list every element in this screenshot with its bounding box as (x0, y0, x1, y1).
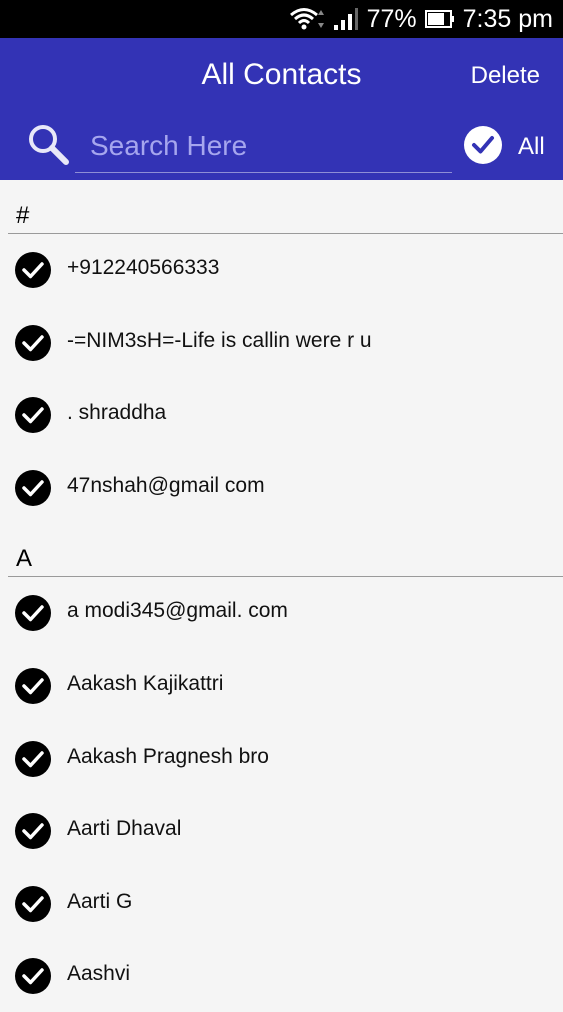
contact-name: . shraddha (67, 401, 167, 424)
contact-checkbox[interactable] (15, 595, 51, 631)
checkmark-icon (22, 678, 44, 695)
search-field (75, 124, 467, 173)
battery-percent: 77% (366, 4, 417, 33)
signal-icon (333, 7, 359, 31)
contact-row[interactable]: Aakash Pragnesh bro (0, 723, 563, 795)
checkmark-icon (22, 480, 44, 497)
contact-checkbox[interactable] (15, 741, 51, 777)
wifi-icon (289, 6, 325, 32)
search-input[interactable] (75, 124, 467, 168)
contact-row[interactable]: Aakash Kajikattri (0, 650, 563, 722)
checkmark-icon (22, 896, 44, 913)
checkmark-icon (472, 136, 494, 154)
checkmark-icon (22, 407, 44, 424)
checkmark-icon (22, 335, 44, 352)
contact-name: 47nshah@gmail com (67, 474, 265, 497)
contact-name: +912240566333 (67, 256, 220, 279)
contact-checkbox[interactable] (15, 397, 51, 433)
contact-checkbox[interactable] (15, 886, 51, 922)
contact-row[interactable]: Aashvi (0, 940, 563, 1012)
section-letter: A (16, 545, 33, 572)
contact-checkbox[interactable] (15, 252, 51, 288)
contact-row[interactable]: Aarti G (0, 868, 563, 940)
contact-checkbox[interactable] (15, 668, 51, 704)
app-header: All Contacts Delete All (0, 38, 563, 180)
checkmark-icon (22, 823, 44, 840)
status-bar: 77% 7:35 pm (0, 0, 563, 38)
section-letter: # (16, 202, 30, 229)
checkmark-icon (22, 262, 44, 279)
checkmark-icon (22, 751, 44, 768)
checkmark-icon (22, 605, 44, 622)
contact-name: Aarti G (67, 890, 133, 913)
checkmark-icon (22, 968, 44, 985)
contact-row[interactable]: 47nshah@gmail com (0, 452, 563, 524)
contact-name: -=NIM3sH=-Life is callin were r u (67, 329, 372, 352)
battery-icon (424, 9, 455, 29)
search-icon[interactable] (26, 122, 72, 168)
select-all-label: All (518, 133, 545, 160)
select-all-checkbox[interactable] (464, 126, 502, 164)
contact-row[interactable]: -=NIM3sH=-Life is callin were r u (0, 307, 563, 379)
contact-name: Aarti Dhaval (67, 817, 182, 840)
contact-row[interactable]: a modi345@gmail. com (0, 577, 563, 649)
section-header-hash: # (8, 183, 563, 234)
clock: 7:35 pm (462, 4, 553, 33)
contact-name: Aakash Kajikattri (67, 672, 224, 695)
contact-row[interactable]: +912240566333 (0, 234, 563, 306)
contact-name: a modi345@gmail. com (67, 599, 288, 622)
delete-button[interactable]: Delete (471, 62, 540, 90)
contact-name: Aashvi (67, 962, 131, 985)
contact-name: Aakash Pragnesh bro (67, 745, 269, 768)
status-icons: 77% 7:35 pm (289, 0, 553, 38)
contact-row[interactable]: Aarti Dhaval (0, 795, 563, 867)
contact-row[interactable]: . shraddha (0, 379, 563, 451)
contact-checkbox[interactable] (15, 470, 51, 506)
section-header-a: A (8, 526, 563, 577)
contact-checkbox[interactable] (15, 325, 51, 361)
contact-list[interactable]: # +912240566333 -=NIM3sH=-Life is callin… (0, 180, 563, 1000)
contact-checkbox[interactable] (15, 958, 51, 994)
contact-checkbox[interactable] (15, 813, 51, 849)
